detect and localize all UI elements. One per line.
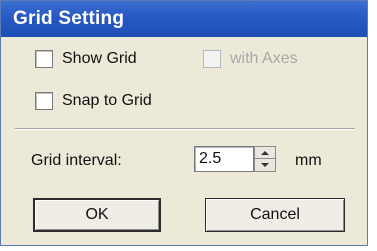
arrow-up-icon: [261, 150, 269, 155]
grid-interval-input[interactable]: [194, 146, 254, 172]
with-axes-option: with Axes: [203, 47, 298, 71]
with-axes-checkbox: [203, 50, 221, 68]
show-grid-option[interactable]: Show Grid: [35, 47, 137, 71]
grid-interval-unit: mm: [295, 152, 322, 169]
grid-setting-dialog: Grid Setting Show Grid with Axes Snap to…: [0, 0, 368, 246]
cancel-button[interactable]: Cancel: [205, 198, 345, 232]
dialog-title: Grid Setting: [13, 8, 125, 29]
grid-interval-spinner[interactable]: [254, 146, 276, 172]
snap-to-grid-option[interactable]: Snap to Grid: [35, 89, 152, 113]
arrow-down-icon: [261, 163, 269, 167]
ok-button[interactable]: OK: [33, 198, 161, 232]
snap-to-grid-label[interactable]: Snap to Grid: [62, 92, 152, 110]
spin-up-button[interactable]: [255, 147, 275, 159]
show-grid-checkbox[interactable]: [35, 50, 53, 68]
section-divider: [15, 128, 355, 130]
snap-to-grid-checkbox[interactable]: [35, 92, 53, 110]
spin-down-button[interactable]: [255, 159, 275, 171]
title-bar[interactable]: Grid Setting: [1, 1, 367, 37]
with-axes-label: with Axes: [230, 50, 298, 67]
grid-interval-label: Grid interval:: [31, 152, 122, 169]
show-grid-label[interactable]: Show Grid: [62, 50, 137, 68]
